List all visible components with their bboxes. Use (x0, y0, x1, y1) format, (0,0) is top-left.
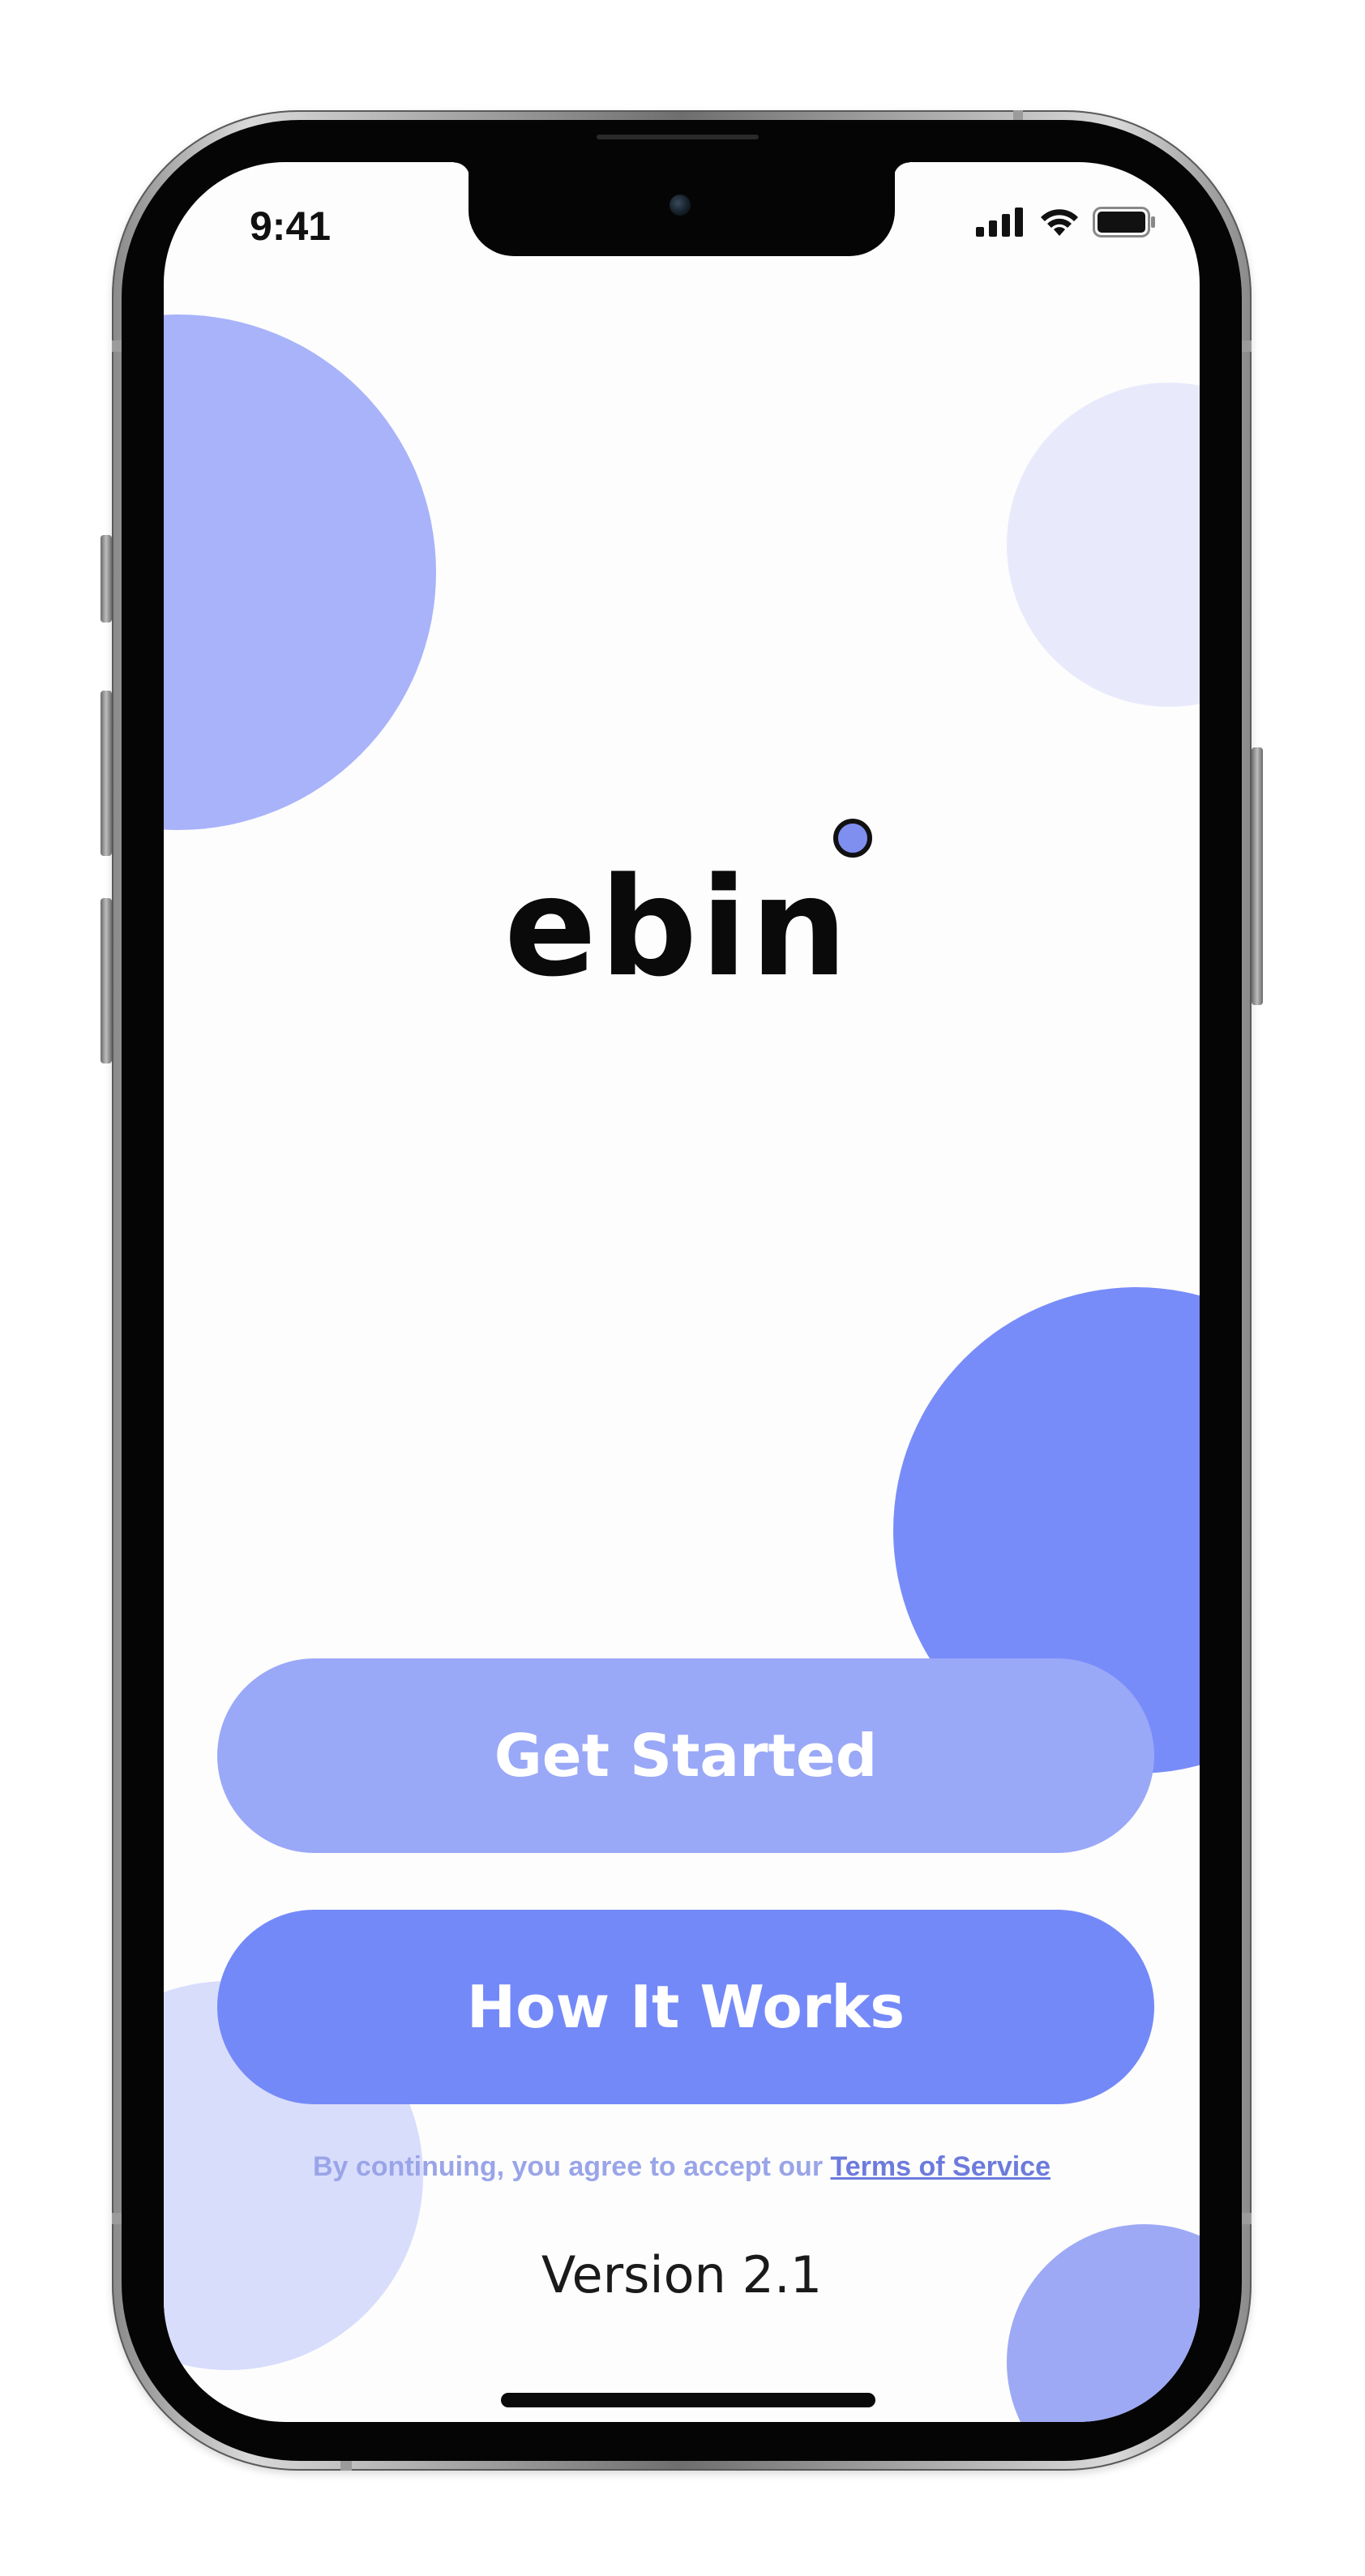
status-time: 9:41 (250, 203, 332, 249)
antenna-band (340, 2461, 352, 2471)
antenna-band (112, 2213, 122, 2224)
app-logo: ebin (164, 819, 1200, 1070)
cellular-signal-icon (976, 208, 1023, 237)
decor-circle-top-right (1007, 383, 1200, 707)
volume-down-button (101, 898, 112, 1063)
status-icons (976, 204, 1157, 240)
notch-corner (454, 162, 470, 178)
silent-switch (101, 535, 112, 623)
earpiece-speaker (597, 135, 759, 139)
battery-icon (1093, 207, 1155, 237)
decor-circle-top-left (164, 315, 436, 830)
app-screen: 9:41 ebin Get Started How It Works By co… (164, 162, 1200, 2422)
terms-of-service-link[interactable]: Terms of Service (831, 2151, 1051, 2182)
page: 9:41 ebin Get Started How It Works By co… (0, 0, 1365, 2576)
notch-corner (893, 162, 909, 178)
antenna-band (1242, 340, 1252, 352)
volume-up-button (101, 691, 112, 856)
terms-notice: By continuing, you agree to accept our T… (164, 2151, 1200, 2183)
power-button (1252, 747, 1263, 1005)
antenna-band (1013, 110, 1023, 120)
get-started-button[interactable]: Get Started (217, 1658, 1154, 1853)
antenna-band (112, 340, 122, 352)
antenna-band (1242, 2213, 1252, 2224)
home-indicator[interactable] (501, 2393, 875, 2407)
front-camera (670, 195, 691, 216)
logo-dot-icon (833, 819, 872, 858)
app-version: Version 2.1 (541, 2245, 823, 2304)
how-it-works-button[interactable]: How It Works (217, 1910, 1154, 2104)
terms-prefix: By continuing, you agree to accept our (312, 2151, 831, 2182)
wifi-icon (1041, 209, 1078, 236)
logo-wordmark: ebin (504, 848, 851, 1007)
